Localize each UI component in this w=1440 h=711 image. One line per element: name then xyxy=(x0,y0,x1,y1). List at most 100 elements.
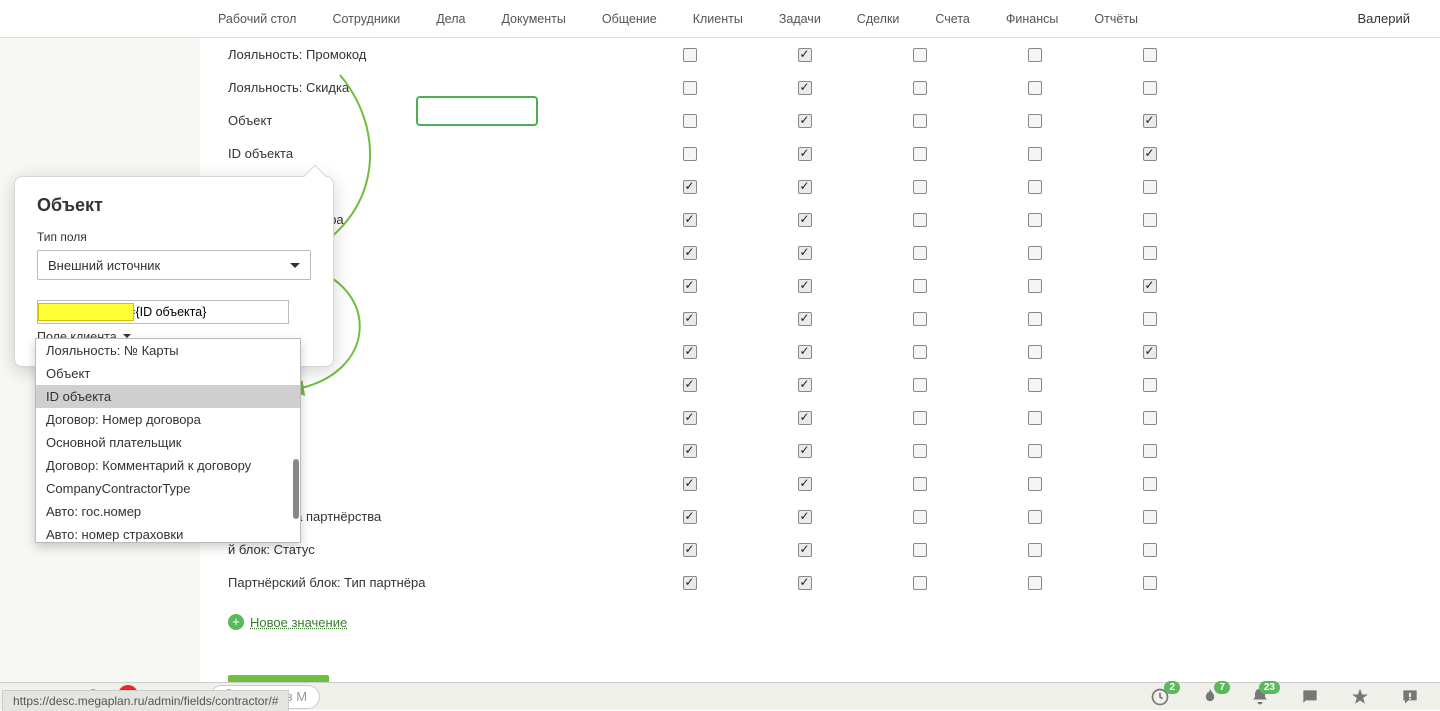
permission-checkbox[interactable] xyxy=(1028,411,1042,425)
clock-icon[interactable]: 2 xyxy=(1150,687,1170,707)
permission-checkbox[interactable] xyxy=(1143,444,1157,458)
permission-checkbox[interactable] xyxy=(1028,510,1042,524)
permission-checkbox[interactable] xyxy=(1143,180,1157,194)
permission-checkbox[interactable] xyxy=(798,81,812,95)
nav-reports[interactable]: Отчёты xyxy=(1076,12,1156,26)
permission-checkbox[interactable] xyxy=(913,147,927,161)
permission-checkbox[interactable] xyxy=(913,345,927,359)
permission-checkbox[interactable] xyxy=(798,213,812,227)
permission-checkbox[interactable] xyxy=(798,576,812,590)
permission-checkbox[interactable] xyxy=(798,279,812,293)
external-url-input[interactable] xyxy=(37,300,289,324)
permission-checkbox[interactable] xyxy=(1028,477,1042,491)
permission-checkbox[interactable] xyxy=(913,444,927,458)
permission-checkbox[interactable] xyxy=(1143,279,1157,293)
nav-finance[interactable]: Финансы xyxy=(988,12,1076,26)
permission-checkbox[interactable] xyxy=(1028,279,1042,293)
permission-checkbox[interactable] xyxy=(1143,81,1157,95)
permission-checkbox[interactable] xyxy=(683,147,697,161)
nav-employees[interactable]: Сотрудники xyxy=(314,12,418,26)
permission-checkbox[interactable] xyxy=(1028,444,1042,458)
dropdown-option[interactable]: Авто: номер страховки xyxy=(36,523,300,543)
nav-trades[interactable]: Сделки xyxy=(839,12,918,26)
permission-checkbox[interactable] xyxy=(913,279,927,293)
permission-checkbox[interactable] xyxy=(798,411,812,425)
feedback-icon[interactable] xyxy=(1400,687,1420,707)
permission-checkbox[interactable] xyxy=(1143,576,1157,590)
permission-checkbox[interactable] xyxy=(683,444,697,458)
permission-checkbox[interactable] xyxy=(798,510,812,524)
field-type-select[interactable]: Внешний источник xyxy=(37,250,311,280)
dropdown-option[interactable]: Объект xyxy=(36,362,300,385)
permission-checkbox[interactable] xyxy=(1028,312,1042,326)
permission-checkbox[interactable] xyxy=(1143,411,1157,425)
nav-clients[interactable]: Клиенты xyxy=(675,12,761,26)
permission-checkbox[interactable] xyxy=(798,312,812,326)
permission-checkbox[interactable] xyxy=(1143,543,1157,557)
permission-checkbox[interactable] xyxy=(1028,345,1042,359)
permission-checkbox[interactable] xyxy=(683,279,697,293)
nav-desktop[interactable]: Рабочий стол xyxy=(200,12,314,26)
client-field-dropdown[interactable]: Лояльность: № КартыОбъектID объектаДогов… xyxy=(35,338,301,543)
permission-checkbox[interactable] xyxy=(913,114,927,128)
permission-checkbox[interactable] xyxy=(683,411,697,425)
permission-checkbox[interactable] xyxy=(913,477,927,491)
permission-checkbox[interactable] xyxy=(913,510,927,524)
nav-documents[interactable]: Документы xyxy=(483,12,583,26)
permission-checkbox[interactable] xyxy=(1028,378,1042,392)
permission-checkbox[interactable] xyxy=(1143,378,1157,392)
add-field-button[interactable]: +Новое значение xyxy=(228,614,347,630)
permission-checkbox[interactable] xyxy=(1028,81,1042,95)
dropdown-option[interactable]: Договор: Комментарий к договору xyxy=(36,454,300,477)
permission-checkbox[interactable] xyxy=(1143,246,1157,260)
permission-checkbox[interactable] xyxy=(1028,147,1042,161)
permission-checkbox[interactable] xyxy=(683,312,697,326)
permission-checkbox[interactable] xyxy=(798,147,812,161)
permission-checkbox[interactable] xyxy=(1028,246,1042,260)
permission-checkbox[interactable] xyxy=(913,246,927,260)
permission-checkbox[interactable] xyxy=(683,510,697,524)
permission-checkbox[interactable] xyxy=(1143,510,1157,524)
permission-checkbox[interactable] xyxy=(798,114,812,128)
permission-checkbox[interactable] xyxy=(913,312,927,326)
permission-checkbox[interactable] xyxy=(1028,576,1042,590)
permission-checkbox[interactable] xyxy=(1028,213,1042,227)
nav-invoices[interactable]: Счета xyxy=(917,12,987,26)
permission-checkbox[interactable] xyxy=(1143,345,1157,359)
nav-tasks[interactable]: Задачи xyxy=(761,12,839,26)
permission-checkbox[interactable] xyxy=(1143,477,1157,491)
permission-checkbox[interactable] xyxy=(1028,48,1042,62)
star-icon[interactable] xyxy=(1350,687,1370,707)
permission-checkbox[interactable] xyxy=(1028,543,1042,557)
field-label[interactable]: ID объекта xyxy=(212,146,632,161)
permission-checkbox[interactable] xyxy=(1143,147,1157,161)
permission-checkbox[interactable] xyxy=(1143,48,1157,62)
permission-checkbox[interactable] xyxy=(913,180,927,194)
permission-checkbox[interactable] xyxy=(683,81,697,95)
field-label[interactable]: Партнёрский блок: Тип партнёра xyxy=(212,575,632,590)
dropdown-option[interactable]: ID объекта xyxy=(36,385,300,408)
permission-checkbox[interactable] xyxy=(1143,312,1157,326)
dropdown-option[interactable]: Авто: гос.номер xyxy=(36,500,300,523)
dropdown-option[interactable]: Лояльность: № Карты xyxy=(36,339,300,362)
permission-checkbox[interactable] xyxy=(798,180,812,194)
permission-checkbox[interactable] xyxy=(683,345,697,359)
permission-checkbox[interactable] xyxy=(683,114,697,128)
permission-checkbox[interactable] xyxy=(798,543,812,557)
permission-checkbox[interactable] xyxy=(913,378,927,392)
permission-checkbox[interactable] xyxy=(1028,114,1042,128)
permission-checkbox[interactable] xyxy=(913,213,927,227)
save-button[interactable]: Сохранить xyxy=(228,675,329,682)
permission-checkbox[interactable] xyxy=(1143,213,1157,227)
permission-checkbox[interactable] xyxy=(913,48,927,62)
dropdown-option[interactable]: Договор: Номер договора xyxy=(36,408,300,431)
nav-chat[interactable]: Общение xyxy=(584,12,675,26)
permission-checkbox[interactable] xyxy=(913,576,927,590)
permission-checkbox[interactable] xyxy=(798,345,812,359)
permission-checkbox[interactable] xyxy=(913,543,927,557)
dropdown-option[interactable]: Основной плательщик xyxy=(36,431,300,454)
nav-deals[interactable]: Дела xyxy=(418,12,483,26)
field-label[interactable]: Лояльность: Скидка xyxy=(212,80,632,95)
permission-checkbox[interactable] xyxy=(913,411,927,425)
permission-checkbox[interactable] xyxy=(683,477,697,491)
